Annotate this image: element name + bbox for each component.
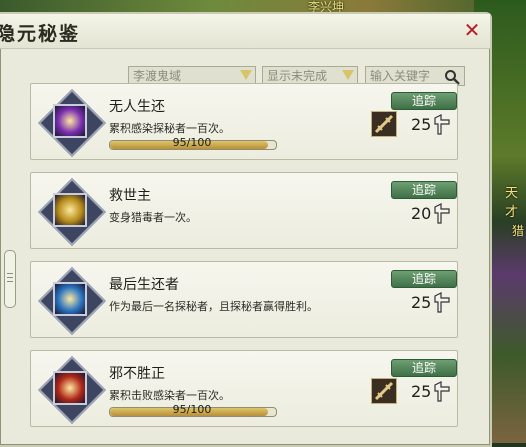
achievement-points-icon xyxy=(434,292,450,313)
achievement-card[interactable]: 邪不胜正累积击败感染者一百次。 追踪 95/100 25 xyxy=(30,350,458,427)
chevron-down-icon xyxy=(342,70,354,80)
achievement-points-icon xyxy=(434,114,450,135)
achievement-points-icon xyxy=(434,203,450,224)
achievement-description: 累积击败感染者一百次。 xyxy=(109,389,230,402)
achievement-panel: 隐元秘鉴 ✕ 李渡鬼域 显示未完成 输入关键字 无人生还 累积感染探秘者一百次。追… xyxy=(0,12,492,447)
achievement-points: 25 xyxy=(411,293,432,312)
world-label: 天才 xyxy=(505,186,519,220)
achievement-points-icon xyxy=(434,381,450,402)
achievement-card[interactable]: 无人生还累积感染探秘者一百次。 追踪 95/100 25 xyxy=(30,83,458,160)
title-bar[interactable]: 隐元秘鉴 ✕ xyxy=(0,14,490,49)
achievement-icon xyxy=(38,89,106,157)
world-label-2: 猎 xyxy=(512,224,525,238)
achievement-icon xyxy=(38,178,106,246)
close-icon[interactable]: ✕ xyxy=(462,20,482,40)
achievement-icon xyxy=(38,267,106,335)
track-button[interactable]: 追踪 xyxy=(391,181,457,199)
reward-item-icon[interactable] xyxy=(371,111,397,137)
scrollbar-handle[interactable] xyxy=(4,250,16,308)
achievement-name: 最后生还者 xyxy=(109,277,179,293)
achievement-name: 救世主 xyxy=(109,188,151,204)
achievement-card[interactable]: 救世主变身猎毒者一次。 追踪 20 xyxy=(30,172,458,249)
track-button[interactable]: 追踪 xyxy=(391,92,457,110)
map-filter-value: 李渡鬼域 xyxy=(133,69,182,83)
achievement-points: 20 xyxy=(411,204,432,223)
achievement-points: 25 xyxy=(411,382,432,401)
status-filter-value: 显示未完成 xyxy=(267,69,328,83)
achievement-name: 无人生还 xyxy=(109,99,165,115)
achievement-description: 作为最后一名探秘者，且探秘者赢得胜利。 xyxy=(109,300,318,313)
achievement-description: 累积感染探秘者一百次。 xyxy=(109,122,230,135)
achievement-name: 邪不胜正 xyxy=(109,366,165,382)
achievement-points: 25 xyxy=(411,115,432,134)
track-button[interactable]: 追踪 xyxy=(391,270,457,288)
achievement-icon xyxy=(38,356,106,424)
progress-text: 95/100 xyxy=(172,136,212,149)
progress-text: 95/100 xyxy=(172,403,212,416)
achievement-description: 变身猎毒者一次。 xyxy=(109,211,197,224)
chevron-down-icon xyxy=(240,70,252,80)
achievement-card[interactable]: 最后生还者作为最后一名探秘者，且探秘者赢得胜利。 追踪 25 xyxy=(30,261,458,338)
reward-item-icon[interactable] xyxy=(371,378,397,404)
window-title: 隐元秘鉴 xyxy=(0,23,81,45)
search-placeholder: 输入关键字 xyxy=(370,69,431,83)
track-button[interactable]: 追踪 xyxy=(391,359,457,377)
